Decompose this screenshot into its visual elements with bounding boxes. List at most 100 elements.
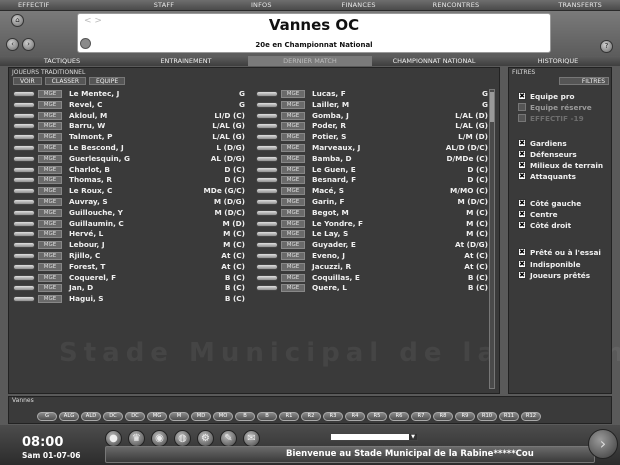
player-name[interactable]: Besnard, F (312, 175, 356, 186)
player-toggle[interactable] (13, 296, 35, 303)
player-row[interactable]: MGE Gomba, J L/AL (D) (256, 111, 492, 122)
player-toggle[interactable] (13, 134, 35, 141)
player-row[interactable]: MGE Lucas, F G (256, 89, 492, 100)
player-toggle[interactable] (256, 220, 278, 227)
mge-button[interactable]: MGE (281, 154, 305, 163)
quick-select[interactable]: ▼ (330, 433, 418, 441)
filter-checkbox[interactable]: ✖ (518, 221, 526, 229)
player-row[interactable]: MGE Charlot, B D (C) (13, 165, 249, 176)
player-row[interactable]: MGE Macé, S M/MO (C) (256, 186, 492, 197)
mge-button[interactable]: MGE (281, 133, 305, 142)
position-button[interactable]: R7 (411, 412, 431, 421)
player-name[interactable]: Le Lay, S (312, 229, 348, 240)
filter-checkbox[interactable]: ✖ (518, 210, 526, 218)
player-row[interactable]: MGE Hagui, S B (C) (13, 294, 249, 305)
filter-item[interactable]: ✖ Attaquants (518, 172, 576, 182)
player-toggle[interactable] (256, 252, 278, 259)
player-row[interactable]: MGE Coquillas, E B (C) (256, 273, 492, 284)
mge-button[interactable]: MGE (38, 90, 62, 98)
player-toggle[interactable] (256, 177, 278, 184)
filter-checkbox[interactable]: ✖ (518, 103, 526, 111)
position-button[interactable]: R4 (345, 412, 365, 421)
trophy-icon[interactable]: ♛ (128, 430, 145, 447)
player-toggle[interactable] (256, 155, 278, 162)
mge-button[interactable]: MGE (281, 284, 305, 293)
player-toggle[interactable] (13, 155, 35, 162)
player-toggle[interactable] (13, 242, 35, 249)
mge-button[interactable]: MGE (281, 197, 305, 206)
player-name[interactable]: Charlot, B (69, 165, 110, 176)
player-row[interactable]: MGE Marveaux, J AL/D (D/C) (256, 143, 492, 154)
mge-button[interactable]: MGE (281, 273, 305, 282)
player-name[interactable]: Forest, T (69, 262, 105, 273)
player-toggle[interactable] (256, 242, 278, 249)
chevron-down-icon[interactable]: ▼ (409, 434, 417, 440)
mge-button[interactable]: MGE (281, 100, 305, 109)
player-name[interactable]: Le Bescond, J (69, 143, 124, 154)
top-nav-item[interactable]: FINANCES (310, 0, 407, 10)
player-toggle[interactable] (13, 285, 35, 292)
filter-item[interactable]: ✖ Equipe pro (518, 92, 574, 102)
scroll-thumb[interactable] (490, 92, 494, 122)
mge-button[interactable]: MGE (281, 262, 305, 271)
player-name[interactable]: Guillaumin, C (69, 219, 124, 230)
player-name[interactable]: Le Roux, C (69, 186, 112, 197)
player-row[interactable]: MGE Le Bescond, J L (D/G) (13, 143, 249, 154)
mge-button[interactable]: MGE (281, 230, 305, 239)
player-toggle[interactable] (256, 91, 278, 97)
mge-button[interactable]: MGE (281, 241, 305, 250)
player-name[interactable]: Gomba, J (312, 111, 349, 122)
player-name[interactable]: Talmont, P (69, 132, 112, 143)
player-name[interactable]: Quere, L (312, 283, 347, 294)
help-icon[interactable]: ? (600, 40, 613, 53)
player-row[interactable]: MGE Barru, W L/AL (G) (13, 121, 249, 132)
player-name[interactable]: Hagui, S (69, 294, 104, 305)
player-row[interactable]: MGE Poder, R L/AL (G) (256, 121, 492, 132)
position-button[interactable]: ALG (59, 412, 79, 421)
filter-checkbox[interactable]: ✖ (518, 271, 526, 279)
filter-item[interactable]: ✖ Gardiens (518, 139, 567, 149)
filter-checkbox[interactable]: ✖ (518, 199, 526, 207)
player-toggle[interactable] (13, 220, 35, 227)
player-name[interactable]: Marveaux, J (312, 143, 360, 154)
player-row[interactable]: MGE Jan, D B (C) (13, 283, 249, 294)
player-toggle[interactable] (256, 274, 278, 281)
player-name[interactable]: Revel, C (69, 100, 102, 111)
position-button[interactable]: R6 (389, 412, 409, 421)
mge-button[interactable]: MGE (38, 165, 62, 174)
player-row[interactable]: MGE Jacuzzi, R At (C) (256, 262, 492, 273)
filter-checkbox[interactable]: ✖ (518, 150, 526, 158)
mge-button[interactable]: MGE (38, 295, 62, 304)
player-toggle[interactable] (13, 123, 35, 130)
back-icon[interactable]: ‹ (6, 38, 19, 51)
panel-tab[interactable]: EQUIPE (89, 77, 126, 85)
player-row[interactable]: MGE Akloul, M LI/D (C) (13, 111, 249, 122)
filter-checkbox[interactable]: ✖ (518, 114, 526, 122)
player-name[interactable]: Guerlesquin, G (69, 154, 130, 165)
player-name[interactable]: Eveno, J (312, 251, 345, 262)
mge-button[interactable]: MGE (281, 111, 305, 120)
forward-icon[interactable]: › (22, 38, 35, 51)
club-info-icon[interactable] (80, 38, 91, 49)
player-toggle[interactable] (13, 112, 35, 119)
player-name[interactable]: Potier, S (312, 132, 346, 143)
player-name[interactable]: Jacuzzi, R (312, 262, 351, 273)
player-name[interactable]: Macé, S (312, 186, 344, 197)
player-row[interactable]: MGE Guyader, E At (D/G) (256, 240, 492, 251)
player-toggle[interactable] (13, 101, 35, 108)
panel-tab[interactable]: VOIR (13, 77, 42, 85)
player-name[interactable]: Jan, D (69, 283, 93, 294)
history-arrows[interactable]: < > (84, 16, 102, 26)
player-name[interactable]: Rjillo, C (69, 251, 100, 262)
player-toggle[interactable] (256, 231, 278, 238)
player-toggle[interactable] (256, 144, 278, 151)
position-button[interactable]: B (235, 412, 255, 421)
world-icon[interactable]: ◍ (174, 430, 191, 447)
filters-button[interactable]: FILTRES (559, 77, 609, 85)
top-nav-item[interactable]: EFFECTIF (0, 0, 115, 10)
position-button[interactable]: R10 (477, 412, 497, 421)
player-name[interactable]: Auvray, S (69, 197, 108, 208)
filter-item[interactable]: ✖ Centre (518, 210, 558, 220)
mge-button[interactable]: MGE (38, 122, 62, 131)
position-button[interactable]: B (257, 412, 277, 421)
